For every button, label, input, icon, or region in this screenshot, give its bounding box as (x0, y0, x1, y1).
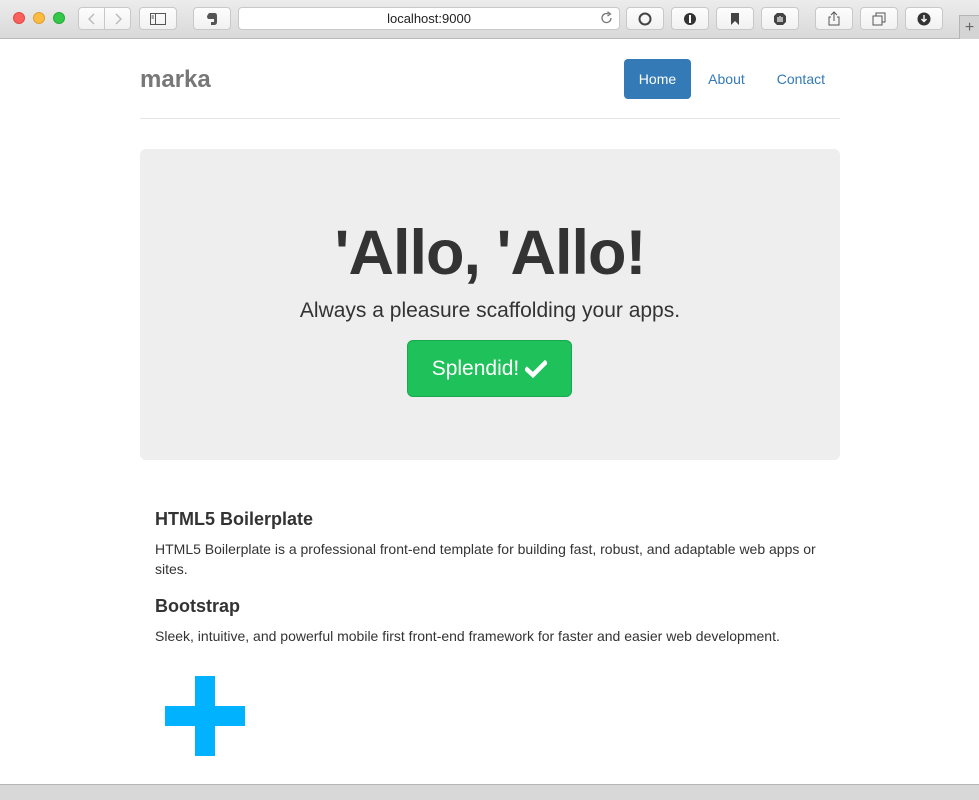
nav-home[interactable]: Home (623, 59, 692, 99)
marketing-section: HTML5 Boilerplate HTML5 Boilerplate is a… (140, 509, 840, 663)
chevron-left-icon (87, 12, 95, 25)
hero-lead: Always a pleasure scaffolding your apps. (299, 299, 681, 322)
url-text: localhost:9000 (387, 11, 471, 26)
plus-icon (165, 676, 245, 756)
adblock-extension-button[interactable] (761, 7, 799, 30)
marketing-item: Bootstrap Sleek, intuitive, and powerful… (155, 596, 825, 646)
nav-about[interactable]: About (693, 59, 760, 99)
maximize-window-button[interactable] (53, 12, 65, 24)
circle-icon (638, 12, 652, 25)
marketing-text: Sleek, intuitive, and powerful mobile fi… (155, 628, 780, 644)
new-tab-button[interactable]: + (959, 15, 979, 39)
close-window-button[interactable] (13, 12, 25, 24)
share-button[interactable] (815, 7, 853, 30)
sidebar-button[interactable] (139, 7, 177, 30)
share-icon (828, 11, 840, 26)
password-icon (684, 12, 696, 25)
marketing-text: HTML5 Boilerplate is a professional fron… (155, 541, 816, 577)
marketing-heading: Bootstrap (155, 596, 240, 616)
web-page: marka Home About Contact 'Allo, 'Allo! A… (0, 39, 979, 784)
site-brand[interactable]: marka (140, 66, 211, 94)
evernote-icon (207, 12, 217, 25)
hand-icon (774, 12, 786, 25)
marketing-heading: HTML5 Boilerplate (155, 509, 314, 529)
opera-extension-button[interactable] (626, 7, 664, 30)
reload-icon[interactable] (601, 11, 613, 28)
nav-contact[interactable]: Contact (762, 59, 840, 99)
tabs-button[interactable] (860, 7, 898, 30)
checkmark-icon (525, 359, 548, 378)
forward-button[interactable] (105, 7, 131, 30)
hero-title: 'Allo, 'Allo! (334, 218, 647, 288)
main-nav: Home About Contact (622, 59, 840, 99)
minimize-window-button[interactable] (33, 12, 45, 24)
plus-icon: + (964, 18, 975, 36)
splendid-button[interactable]: Splendid! (407, 340, 572, 397)
browser-toolbar: localhost:9000 + (0, 0, 979, 39)
splendid-button-label: Splendid! (431, 356, 520, 380)
address-bar[interactable]: localhost:9000 (238, 7, 620, 30)
bookmark-extension-button[interactable] (716, 7, 754, 30)
sidebar-icon (150, 12, 166, 25)
back-button[interactable] (78, 7, 105, 30)
tabs-icon (872, 12, 886, 25)
evernote-extension-button[interactable] (193, 7, 231, 30)
password-extension-button[interactable] (671, 7, 709, 30)
marketing-item: HTML5 Boilerplate HTML5 Boilerplate is a… (155, 509, 825, 579)
bookmark-icon (731, 12, 739, 25)
download-icon (917, 12, 931, 25)
status-bar (0, 784, 979, 800)
chevron-right-icon (114, 12, 122, 25)
jumbotron: 'Allo, 'Allo! Always a pleasure scaffold… (140, 149, 840, 460)
site-header: marka Home About Contact (140, 39, 840, 119)
downloads-button[interactable] (905, 7, 943, 30)
